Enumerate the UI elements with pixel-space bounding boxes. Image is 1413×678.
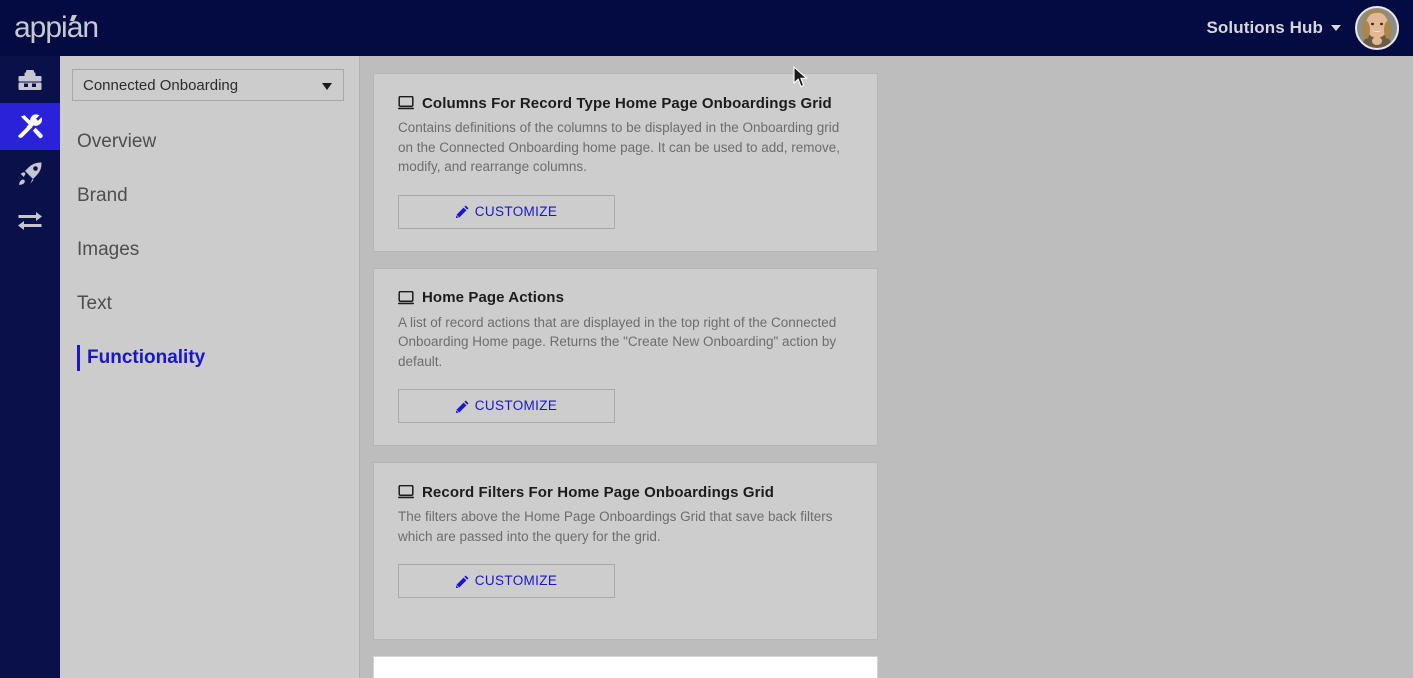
pencil-icon [455,400,469,413]
appian-logo[interactable]: appian [14,8,119,48]
sidebar-item-label: Images [77,239,140,260]
application-select-value: Connected Onboarding [83,76,239,94]
customize-button[interactable]: CUSTOMIZE [398,194,615,229]
sidebar-item-label: Functionality [87,347,206,368]
rail-item-exchange[interactable] [0,197,60,244]
desktop-icon [398,290,414,305]
content-area: Columns For Record Type Home Page Onboar… [361,56,1413,678]
functionality-card-grid: Columns For Record Type Home Page Onboar… [361,56,1413,678]
card-header: Record Filters For Home Page Onboardings… [398,482,853,502]
card-title: Record Filters For Home Page Onboardings… [422,483,775,501]
sidebar-item-brand[interactable]: Brand [60,169,359,223]
card-actions: CUSTOMIZE [398,194,853,229]
secondary-nav-panel: Connected Onboarding Overview Brand Imag… [60,56,360,678]
card-record-filters-for-home-page-onboardings-grid[interactable]: Record Filters For Home Page Onboardings… [373,462,878,640]
sidebar-item-images[interactable]: Images [60,223,359,277]
customize-button-label: CUSTOMIZE [474,573,558,589]
sidebar-item-label: Overview [77,131,157,152]
card-home-page-actions[interactable]: Home Page Actions A list of record actio… [373,267,878,446]
application-select[interactable]: Connected Onboarding [72,69,344,101]
top-navigation-bar: appian Solutions Hub [0,0,1413,56]
card-actions: CUSTOMIZE [398,564,853,598]
nav-list: Overview Brand Images Text Functionality [60,115,359,385]
sidebar-item-label: Brand [77,185,128,206]
chevron-down-icon[interactable] [322,83,332,90]
sidebar-item-text[interactable]: Text [60,277,359,331]
avatar[interactable] [1355,6,1399,50]
user-menu-label[interactable]: Solutions Hub [1206,18,1323,38]
desktop-icon [398,485,414,499]
customize-button-label: CUSTOMIZE [474,203,558,219]
app-root: appian Solutions Hub Connected Onboardin… [0,0,1413,678]
card-description: The filters above the Home Page Onboardi… [398,509,833,544]
card-columns-for-record-type-home-page-onboardings-grid[interactable]: Columns For Record Type Home Page Onboar… [373,73,878,252]
card-header: Home Page Actions [398,288,853,308]
sidebar-item-overview[interactable]: Overview [60,115,359,169]
card-actions: CUSTOMIZE [398,389,853,423]
pencil-icon [455,575,469,588]
card-title: Columns For Record Type Home Page Onboar… [422,94,832,112]
icon-rail [0,56,60,678]
rail-item-tools[interactable] [0,103,60,150]
card-header: Columns For Record Type Home Page Onboar… [398,93,853,113]
svg-text:appian: appian [14,11,98,44]
rail-item-rocket[interactable] [0,150,60,197]
card-task-template-mapping-fields[interactable]: Task Template Mapping Fields This rule d… [373,656,878,678]
sidebar-item-functionality[interactable]: Functionality [60,331,359,385]
card-title: Home Page Actions [422,289,565,306]
customize-button-label: CUSTOMIZE [474,398,558,414]
sidebar-item-label: Text [77,293,112,314]
desktop-icon [398,96,414,110]
customize-button[interactable]: CUSTOMIZE [398,389,615,423]
card-description: A list of record actions that are displa… [398,314,837,369]
rail-item-toolbox[interactable] [0,56,60,103]
chevron-down-icon[interactable] [1331,25,1341,31]
customize-button[interactable]: CUSTOMIZE [398,564,615,598]
pencil-icon [455,205,469,218]
topbar-user-area: Solutions Hub [1206,6,1399,50]
card-description: Contains definitions of the columns to b… [398,120,841,174]
